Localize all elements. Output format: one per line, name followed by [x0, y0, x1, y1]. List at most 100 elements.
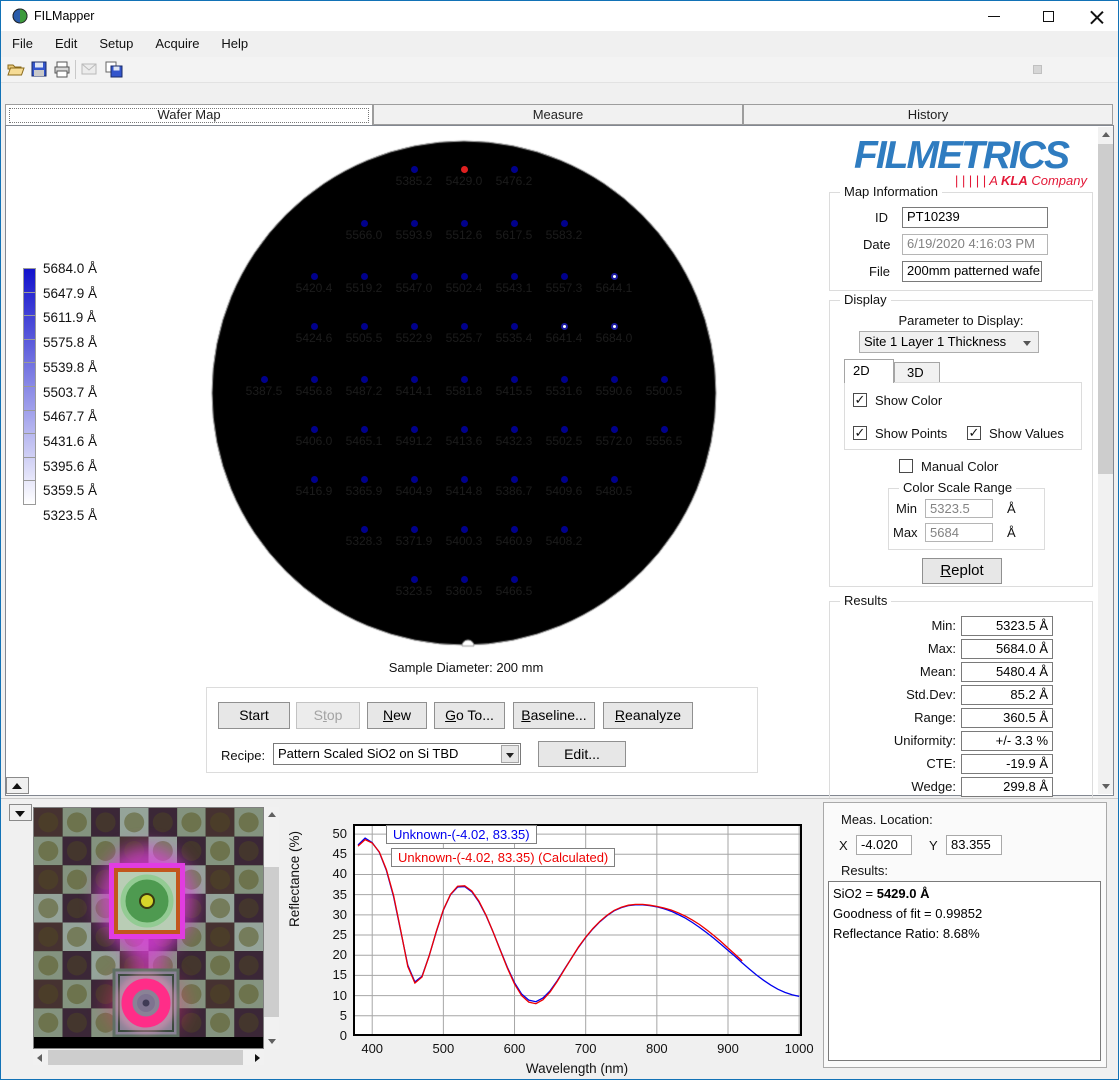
wafer-point[interactable] [461, 476, 468, 483]
file-field[interactable]: 200mm patterned wafe [902, 261, 1042, 282]
camera-hscrollbar[interactable] [33, 1050, 264, 1065]
wafer-point[interactable] [311, 476, 318, 483]
wafer-value-label: 5505.5 [336, 331, 392, 345]
wafer-point[interactable] [611, 273, 618, 280]
result-field: 360.5 Å [961, 708, 1053, 728]
wafer-point[interactable] [361, 273, 368, 280]
tab-2d[interactable]: 2D [844, 359, 894, 383]
wafer-point[interactable] [561, 220, 568, 227]
wafer-point[interactable] [511, 426, 518, 433]
id-field[interactable]: PT10239 [902, 207, 1048, 228]
x-field[interactable]: -4.020 [856, 835, 912, 855]
wafer-point[interactable] [411, 576, 418, 583]
scroll-down-icon[interactable] [268, 1039, 276, 1044]
camera-vscrollbar[interactable] [264, 807, 279, 1049]
wafer-point[interactable] [411, 323, 418, 330]
collapse-down-button[interactable] [9, 804, 32, 821]
wafer-point[interactable] [411, 273, 418, 280]
color-scale-label: 5684.0 Å [43, 261, 123, 276]
wafer-point[interactable] [461, 526, 468, 533]
wafer-point[interactable] [611, 476, 618, 483]
y-field[interactable]: 83.355 [946, 835, 1002, 855]
wafer-point[interactable] [311, 376, 318, 383]
wafer-point[interactable] [561, 526, 568, 533]
wafer-point[interactable] [661, 376, 668, 383]
reanalyze-button[interactable]: Reanalyze [603, 702, 693, 729]
show-points-checkbox[interactable] [853, 426, 867, 440]
scrollbar-thumb[interactable] [264, 867, 279, 1017]
wafer-point[interactable] [511, 526, 518, 533]
wafer-point[interactable] [461, 273, 468, 280]
collapse-up-button[interactable] [6, 777, 29, 794]
wafer-point[interactable] [361, 323, 368, 330]
legend-measured: Unknown-(-4.02, 83.35) [386, 825, 537, 844]
wafer-point[interactable] [561, 426, 568, 433]
camera-view[interactable] [33, 807, 264, 1049]
wafer-point[interactable] [561, 376, 568, 383]
wafer-point[interactable] [311, 273, 318, 280]
scroll-right-icon[interactable] [255, 1054, 260, 1062]
wafer-point[interactable] [461, 576, 468, 583]
wafer-point[interactable] [561, 323, 568, 330]
wafer-point[interactable] [461, 323, 468, 330]
wafer-value-label: 5420.4 [286, 281, 342, 295]
scrollbar-thumb[interactable] [1098, 144, 1113, 474]
replot-button[interactable]: Replot [922, 558, 1002, 584]
scroll-up-icon[interactable] [1102, 132, 1110, 137]
wafer-value-label: 5385.2 [386, 174, 442, 188]
wafer-point[interactable] [461, 220, 468, 227]
wafer-point[interactable] [411, 426, 418, 433]
wafer-point[interactable] [261, 376, 268, 383]
wafer-point[interactable] [361, 526, 368, 533]
show-values-checkbox[interactable] [967, 426, 981, 440]
wafer-point[interactable] [511, 220, 518, 227]
wafer-point[interactable] [361, 220, 368, 227]
wafer-point[interactable] [511, 273, 518, 280]
edit-recipe-button[interactable]: Edit... [538, 741, 626, 767]
show-color-checkbox[interactable] [853, 393, 867, 407]
wafer-point[interactable] [561, 476, 568, 483]
scroll-left-icon[interactable] [37, 1054, 42, 1062]
wafer-point[interactable] [411, 166, 418, 173]
baseline-button[interactable]: Baseline... [513, 702, 595, 729]
wafer-point[interactable] [361, 476, 368, 483]
manual-color-checkbox[interactable] [899, 459, 913, 473]
wafer-point[interactable] [411, 476, 418, 483]
recipe-combobox[interactable]: Pattern Scaled SiO2 on Si TBD [273, 743, 521, 765]
recipe-dropdown-button[interactable] [501, 745, 519, 763]
logo-kla: KLA [1001, 173, 1028, 188]
wafer-point[interactable] [511, 476, 518, 483]
scroll-down-icon[interactable] [1102, 784, 1110, 789]
wafer-point[interactable] [511, 166, 518, 173]
scroll-up-icon[interactable] [268, 812, 276, 817]
wafer-point[interactable] [511, 576, 518, 583]
start-button[interactable]: Start [218, 702, 290, 729]
wafer-point[interactable] [361, 426, 368, 433]
wafer-point[interactable] [611, 426, 618, 433]
wafer-point[interactable] [411, 376, 418, 383]
wafer-point[interactable] [461, 426, 468, 433]
wafer-point[interactable] [661, 426, 668, 433]
wafer-point[interactable] [311, 323, 318, 330]
wafer-point[interactable] [611, 376, 618, 383]
new-button[interactable]: New [367, 702, 427, 729]
wafer-point[interactable] [411, 526, 418, 533]
result-field: 299.8 Å [961, 777, 1053, 797]
wafer-point[interactable] [311, 426, 318, 433]
fit-results-box: SiO2 = 5429.0 Å Goodness of fit = 0.9985… [828, 881, 1101, 1061]
wafer-point[interactable] [361, 376, 368, 383]
wafer-point[interactable] [511, 376, 518, 383]
wafer-point-selected[interactable] [461, 166, 468, 173]
wafer-point[interactable] [461, 376, 468, 383]
wafer-point[interactable] [411, 220, 418, 227]
wafer-point[interactable] [511, 323, 518, 330]
tab-3d[interactable]: 3D [894, 362, 940, 383]
parameter-combobox[interactable]: Site 1 Layer 1 Thickness [859, 331, 1039, 353]
wafer-point[interactable] [611, 323, 618, 330]
goto-button[interactable]: Go To... [434, 702, 505, 729]
wafer-value-label: 5522.9 [386, 331, 442, 345]
scrollbar-thumb[interactable] [48, 1050, 243, 1065]
color-scale-segment [23, 269, 36, 293]
wafer-point[interactable] [561, 273, 568, 280]
panel-scrollbar[interactable] [1098, 127, 1113, 794]
